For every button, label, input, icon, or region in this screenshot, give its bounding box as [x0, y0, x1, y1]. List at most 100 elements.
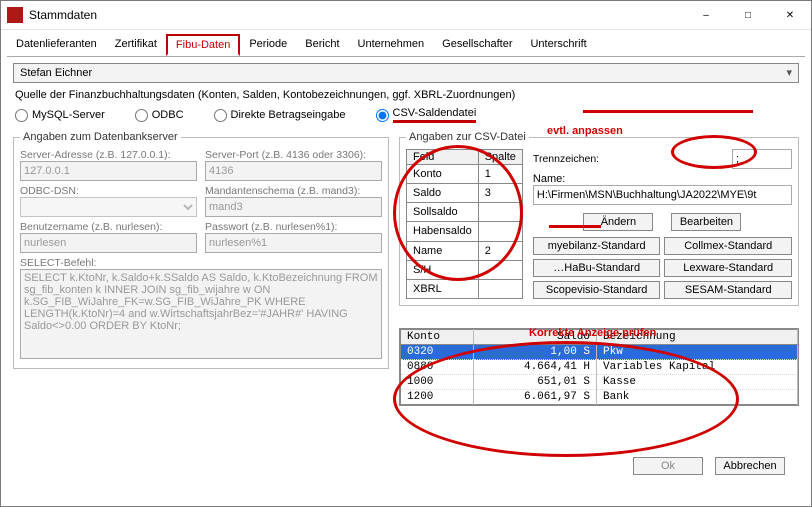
tab-periode[interactable]: Periode: [240, 34, 296, 56]
db-group-legend: Angaben zum Datenbankserver: [20, 131, 181, 143]
dsn-select: [20, 197, 197, 217]
user-label: Benutzername (z.B. nurlesen):: [20, 221, 197, 233]
csv-col-spalte: [478, 222, 522, 241]
radio-csv-label: CSV-Saldendatei: [393, 107, 477, 123]
minimize-button[interactable]: –: [685, 1, 727, 29]
radio-mysql-label: MySQL-Server: [32, 109, 105, 121]
myebilanz-button[interactable]: myebilanz-Standard: [533, 237, 661, 255]
tab-zertifikat[interactable]: Zertifikat: [106, 34, 166, 56]
csv-col-feld: Konto: [407, 165, 479, 184]
mandant-dropdown[interactable]: Stefan Eichner: [13, 63, 799, 83]
sesam-button[interactable]: SESAM-Standard: [664, 281, 792, 299]
preview-row[interactable]: 12006.061,97 SBank: [401, 390, 798, 405]
addr-label: Server-Adresse (z.B. 127.0.0.1):: [20, 149, 197, 161]
tab-gesellschafter[interactable]: Gesellschafter: [433, 34, 521, 56]
csv-col-row[interactable]: S/H: [407, 260, 523, 279]
radio-direct-label: Direkte Betragseingabe: [231, 109, 346, 121]
csv-col-feld: XBRL: [407, 279, 479, 298]
source-label: Quelle der Finanzbuchhaltungsdaten (Kont…: [15, 89, 799, 101]
change-button[interactable]: Ändern: [583, 213, 653, 231]
preview-konto: 1000: [401, 375, 474, 390]
tab-datenlieferanten[interactable]: Datenlieferanten: [7, 34, 106, 56]
cancel-button[interactable]: Abbrechen: [715, 457, 785, 475]
pass-input: [205, 233, 382, 253]
tab-bericht[interactable]: Bericht: [296, 34, 348, 56]
radio-odbc-input[interactable]: [135, 109, 148, 122]
radio-direct[interactable]: Direkte Betragseingabe: [214, 109, 346, 122]
csv-col-spalte: 1: [478, 165, 522, 184]
csv-col-row[interactable]: Habensaldo: [407, 222, 523, 241]
scopevisio-button[interactable]: Scopevisio-Standard: [533, 281, 661, 299]
collmex-button[interactable]: Collmex-Standard: [664, 237, 792, 255]
prev-hdr-saldo: Saldo: [474, 330, 597, 345]
csv-col-feld: Saldo: [407, 184, 479, 203]
radio-mysql-input[interactable]: [15, 109, 28, 122]
csv-col-spalte: [478, 279, 522, 298]
dsn-label: ODBC-DSN:: [20, 185, 197, 197]
app-icon: [7, 7, 23, 23]
port-input: [205, 161, 382, 181]
addr-input: [20, 161, 197, 181]
name-label: Name:: [533, 173, 792, 185]
preview-table[interactable]: Konto Saldo Bezeichnung 03201,00 SPkw088…: [400, 329, 798, 405]
radio-mysql[interactable]: MySQL-Server: [15, 109, 105, 122]
preview-bez: Variables Kapital: [597, 360, 798, 375]
csv-col-row[interactable]: XBRL: [407, 279, 523, 298]
sql-label: SELECT-Befehl:: [20, 257, 382, 269]
user-input: [20, 233, 197, 253]
radio-csv-input[interactable]: [376, 109, 389, 122]
sep-input[interactable]: [732, 149, 792, 169]
preview-saldo: 4.664,41 H: [474, 360, 597, 375]
edit-button[interactable]: Bearbeiten: [671, 213, 741, 231]
preview-konto: 0320: [401, 345, 474, 360]
radio-odbc-label: ODBC: [152, 109, 184, 121]
radio-direct-input[interactable]: [214, 109, 227, 122]
col-spalte: Spalte: [478, 150, 522, 165]
lexware-button[interactable]: Lexware-Standard: [664, 259, 792, 277]
port-label: Server-Port (z.B. 4136 oder 3306):: [205, 149, 382, 161]
csv-col-row[interactable]: Saldo3: [407, 184, 523, 203]
sql-textarea: [20, 269, 382, 359]
csv-col-feld: S/H: [407, 260, 479, 279]
close-button[interactable]: ✕: [769, 1, 811, 29]
tab-bar: Datenlieferanten Zertifikat Fibu-Daten P…: [1, 30, 811, 56]
csv-col-spalte: 3: [478, 184, 522, 203]
preview-row[interactable]: 08804.664,41 HVariables Kapital: [401, 360, 798, 375]
tab-fibu-daten[interactable]: Fibu-Daten: [166, 34, 240, 56]
csv-col-row[interactable]: Sollsaldo: [407, 203, 523, 222]
csv-col-spalte: [478, 203, 522, 222]
schema-label: Mandantenschema (z.B. mand3):: [205, 185, 382, 197]
sep-label: Trennzeichen:: [533, 153, 728, 165]
radio-csv[interactable]: CSV-Saldendatei: [376, 107, 477, 123]
csv-col-spalte: [478, 260, 522, 279]
preview-konto: 0880: [401, 360, 474, 375]
db-group: Angaben zum Datenbankserver Server-Adres…: [13, 131, 389, 369]
col-feld: Feld: [407, 150, 479, 165]
prev-hdr-bez: Bezeichnung: [597, 330, 798, 345]
csv-group-legend: Angaben zur CSV-Datei: [406, 131, 529, 143]
csv-col-row[interactable]: Konto1: [407, 165, 523, 184]
pass-label: Passwort (z.B. nurlesen%1):: [205, 221, 382, 233]
schema-input: [205, 197, 382, 217]
csv-col-row[interactable]: Name2: [407, 241, 523, 260]
csv-group: Angaben zur CSV-Datei Feld Spalte Konto1…: [399, 131, 799, 306]
habu-button[interactable]: …HaBu-Standard: [533, 259, 661, 277]
csv-col-feld: Habensaldo: [407, 222, 479, 241]
preview-row[interactable]: 1000651,01 SKasse: [401, 375, 798, 390]
csv-col-feld: Name: [407, 241, 479, 260]
maximize-button[interactable]: □: [727, 1, 769, 29]
preview-bez: Pkw: [597, 345, 798, 360]
tab-unterschrift[interactable]: Unterschrift: [521, 34, 595, 56]
tab-unternehmen[interactable]: Unternehmen: [349, 34, 434, 56]
csv-col-feld: Sollsaldo: [407, 203, 479, 222]
preview-row[interactable]: 03201,00 SPkw: [401, 345, 798, 360]
csv-col-spalte: 2: [478, 241, 522, 260]
radio-odbc[interactable]: ODBC: [135, 109, 184, 122]
prev-hdr-konto: Konto: [401, 330, 474, 345]
preview-saldo: 651,01 S: [474, 375, 597, 390]
preview-bez: Bank: [597, 390, 798, 405]
preview-saldo: 1,00 S: [474, 345, 597, 360]
csv-columns-table[interactable]: Feld Spalte Konto1Saldo3SollsaldoHabensa…: [406, 149, 523, 299]
path-input[interactable]: [533, 185, 792, 205]
ok-button: Ok: [633, 457, 703, 475]
